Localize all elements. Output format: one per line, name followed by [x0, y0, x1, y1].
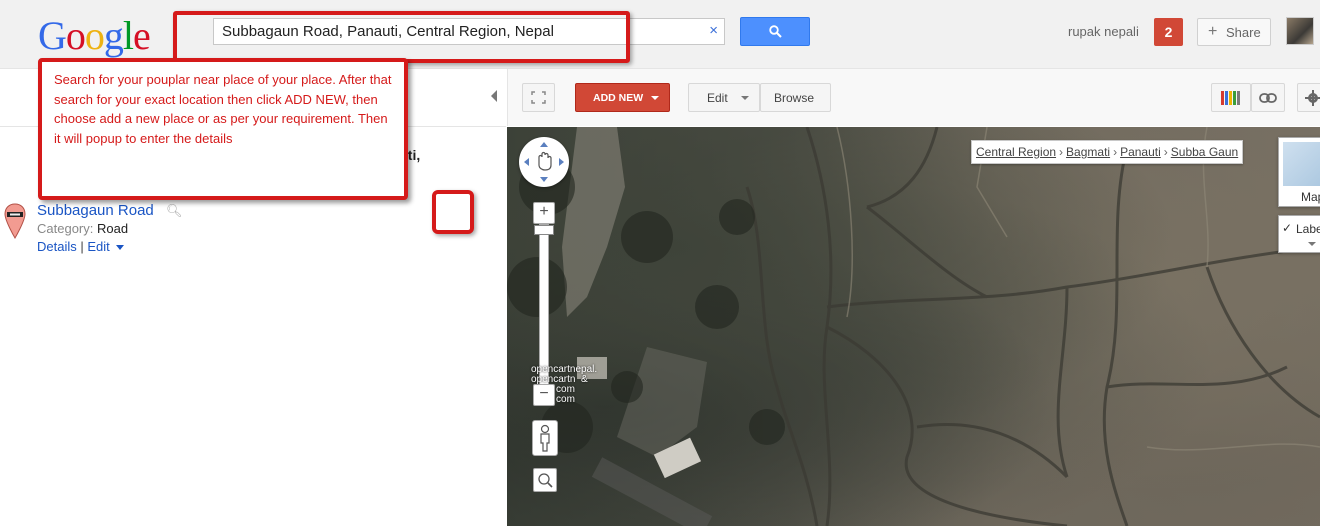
logo-letter: e: [133, 13, 151, 58]
street-view-pegman-icon[interactable]: [532, 420, 558, 456]
link-separator: |: [80, 239, 84, 254]
details-link[interactable]: Details: [37, 239, 77, 254]
edit-link[interactable]: Edit: [87, 239, 109, 254]
person-icon: [540, 424, 550, 452]
result-links: Details | Edit: [37, 239, 124, 254]
notification-badge[interactable]: 2: [1154, 18, 1183, 46]
zoom-handle[interactable]: [534, 225, 554, 235]
link-icon: [1259, 93, 1277, 103]
magnifier-icon: [538, 473, 553, 488]
zoom-in-button[interactable]: +: [533, 202, 555, 224]
fullscreen-button[interactable]: [522, 83, 555, 112]
chevron-down-icon[interactable]: [1308, 242, 1316, 246]
layers-button[interactable]: [1211, 83, 1251, 112]
annotation-highlight-box: [432, 190, 474, 234]
collapse-panel-icon[interactable]: [491, 90, 497, 102]
breadcrumb-item[interactable]: Subba Gaun: [1171, 145, 1238, 159]
logo-letter: G: [38, 13, 67, 58]
category-label: Category:: [37, 221, 94, 236]
breadcrumb: Central Region › Bagmati › Panauti › Subba Gau…: [971, 140, 1244, 164]
search-icon: [769, 25, 782, 38]
google-logo[interactable]: Google: [38, 12, 151, 59]
browse-button[interactable]: Browse: [760, 83, 831, 112]
watermark-text: opencartnepal. opencartn & com com: [531, 364, 598, 405]
callout-text: Search for your pouplar near place of yo…: [54, 72, 392, 146]
chevron-down-icon[interactable]: [115, 245, 124, 251]
zoom-track[interactable]: [534, 224, 554, 386]
plus-icon: +: [1208, 23, 1218, 40]
browse-label: Browse: [774, 91, 815, 105]
logo-letter: o: [84, 13, 105, 58]
labels-toggle[interactable]: ✓ Labels: [1278, 215, 1320, 253]
map-terrain: [507, 127, 1320, 526]
gear-icon: [1305, 90, 1320, 106]
pan-hand-icon: [524, 142, 564, 182]
breadcrumb-separator: ›: [1113, 145, 1118, 159]
magnifier-icon[interactable]: 🔍︎: [166, 203, 183, 219]
breadcrumb-item[interactable]: Bagmati: [1066, 145, 1110, 159]
color-bars-icon: [1221, 91, 1240, 105]
add-new-button[interactable]: ADD NEW: [575, 83, 670, 112]
result-category: Category: Road: [37, 221, 128, 236]
chevron-down-icon: [741, 96, 749, 100]
category-value: Road: [97, 221, 129, 236]
pan-control[interactable]: [519, 137, 569, 187]
clear-icon[interactable]: ×: [709, 22, 718, 39]
annotation-callout: Search for your pouplar near place of yo…: [38, 58, 408, 200]
search-button[interactable]: [740, 17, 810, 46]
breadcrumb-item[interactable]: Central Region: [976, 145, 1056, 159]
breadcrumb-separator: ›: [1059, 145, 1064, 159]
add-new-label: ADD NEW: [593, 92, 644, 104]
chevron-down-icon: [651, 96, 659, 100]
avatar[interactable]: [1286, 17, 1314, 45]
link-button[interactable]: [1251, 83, 1285, 112]
map-pin-icon: [4, 203, 26, 239]
share-label: Share: [1226, 25, 1261, 40]
breadcrumb-separator: ›: [1163, 145, 1168, 159]
map-type-label: Map: [1301, 190, 1320, 204]
logo-letter: g: [103, 13, 124, 58]
zoom-box-button[interactable]: [533, 468, 557, 492]
expand-icon: [531, 91, 546, 104]
settings-button[interactable]: [1297, 83, 1320, 112]
logo-letter: o: [65, 13, 86, 58]
search-input[interactable]: Subbagaun Road, Panauti, Central Region,…: [213, 18, 725, 45]
breadcrumb-item[interactable]: Panauti: [1120, 145, 1161, 159]
satellite-map[interactable]: Central Region › Bagmati › Panauti › Subba Gau…: [507, 127, 1320, 526]
result-title-link[interactable]: Subbagaun Road: [37, 202, 154, 219]
map-type-button[interactable]: Map: [1278, 137, 1320, 207]
checkmark-icon: ✓: [1282, 221, 1293, 235]
edit-label: Edit: [707, 91, 728, 105]
logo-letter: l: [122, 13, 134, 58]
share-button[interactable]: + Share: [1197, 18, 1271, 46]
map-thumbnail: [1283, 142, 1320, 186]
search-query-text: Subbagaun Road, Panauti, Central Region,…: [222, 23, 554, 40]
labels-label: Labels: [1296, 222, 1320, 236]
map-toolbar: ADD NEW Edit Browse: [507, 69, 1320, 126]
edit-button[interactable]: Edit: [688, 83, 760, 112]
user-name[interactable]: rupak nepali: [1068, 24, 1139, 39]
